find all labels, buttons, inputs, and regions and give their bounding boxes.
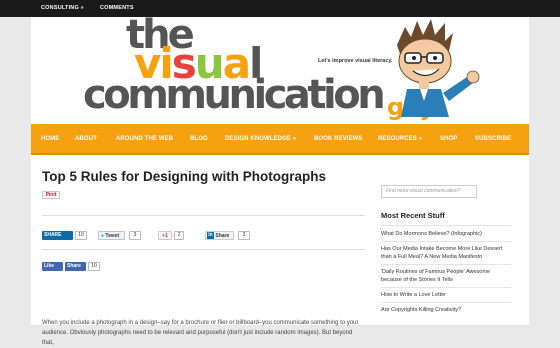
pinit-button[interactable]: Pinit [42,191,60,199]
topbar-comments-link[interactable]: COMMENTS [100,5,134,11]
page-wrapper: the visual communication guy Let's impro… [31,17,529,346]
logo-word-communication: communication [83,72,386,118]
gplus-count: 2 [174,231,184,240]
recent-post-link[interactable]: How to Write a Love Letter [381,291,511,299]
cartoon-guy-illustration [397,19,480,117]
linkedin-share-label: SHARE [44,232,62,238]
top-bar: CONSULTING » COMMENTS [0,0,560,17]
nav-resources[interactable]: RESOURCES » [378,136,422,142]
recent-post-link[interactable]: 'Daily Routines of Famous People' Awesom… [381,268,511,284]
nav-shop[interactable]: SHOP [440,136,457,142]
linkedin-in-icon: in [207,232,214,240]
recent-post-link[interactable]: Has Our Media Intake Become More Like De… [381,245,511,261]
divider [381,264,511,265]
linkedin-share-count: 10 [75,231,87,240]
topbar-consulting-link[interactable]: CONSULTING » [41,5,84,11]
recent-post-link[interactable]: What Do Mormons Believe? (Infographic) [381,230,511,238]
facebook-like-label: Like [44,263,55,269]
sidebar: Find more visual communication? Most Rec… [381,155,529,325]
recent-post-link[interactable]: Are Copyrights Killing Creativity? [381,306,511,314]
linkedin-share-button[interactable]: SHARE [42,231,73,240]
divider [381,225,511,226]
nav-blog[interactable]: BLOG [190,136,208,142]
google-plus-one-button[interactable]: +1 [158,231,172,240]
post-body: When you include a photograph in a desig… [42,320,359,346]
facebook-like-button[interactable]: Like [42,262,63,271]
nav-design-knowledge[interactable]: DESIGN KNOWLEDGE » [225,136,296,142]
post-title: Top 5 Rules for Designing with Photograp… [42,169,327,184]
gplus-label: +1 [162,233,168,239]
twitter-bird-icon: ● [101,233,105,239]
nav-book-reviews[interactable]: BOOK REVIEWS [314,136,363,142]
divider [42,249,365,250]
facebook-share-button[interactable]: Share [65,262,86,271]
divider [381,302,511,303]
nav-about[interactable]: ABOUT [75,136,97,142]
divider [381,241,511,242]
main-navigation: HOME ABOUT AROUND THE WEB BLOG DESIGN KN… [31,124,529,155]
in-share-label: Share [215,233,230,239]
nav-around-the-web[interactable]: AROUND THE WEB [116,136,173,142]
tweet-count: 3 [129,231,141,240]
facebook-share-label: Share [67,263,81,269]
divider [381,287,511,288]
tweet-button[interactable]: ● Tweet [98,231,125,240]
nav-subscribe[interactable]: SUBSCRIBE [475,136,511,142]
nav-home[interactable]: HOME [41,136,59,142]
site-header: the visual communication guy Let's impro… [31,17,529,124]
site-tagline: Let's improve visual literacy. [318,58,393,64]
facebook-count: 10 [88,262,100,271]
divider [42,215,365,216]
in-share-count: 3 [238,231,250,240]
sidebar-search-input[interactable]: Find more visual communication? [381,185,477,198]
linkedin-in-share-button[interactable]: in Share [205,231,234,240]
sidebar-heading: Most Recent Stuff [381,211,445,220]
tweet-label: Tweet [105,233,120,239]
main-content: Top 5 Rules for Designing with Photograp… [31,155,529,346]
